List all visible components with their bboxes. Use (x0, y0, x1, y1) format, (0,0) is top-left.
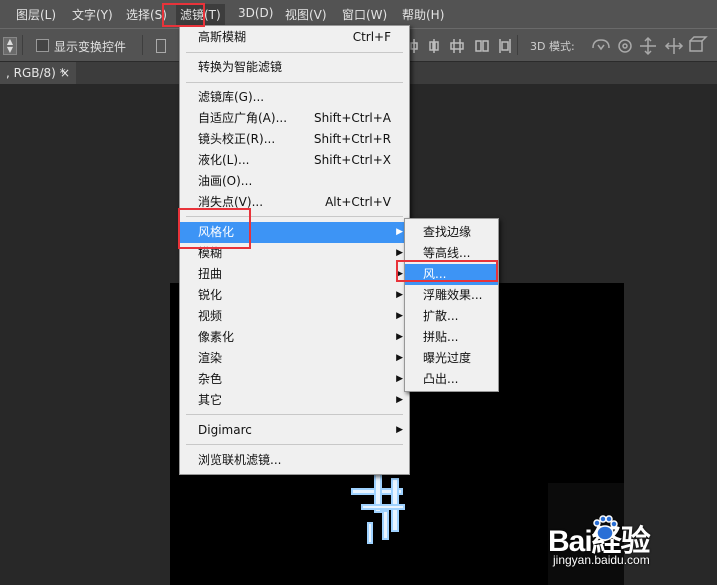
menu-item-pixelate[interactable]: 像素化 ▶ (180, 327, 409, 348)
submenu-item-trace-contour[interactable]: 等高线... (405, 243, 498, 264)
close-icon[interactable]: × (60, 62, 70, 84)
submenu-arrow-icon: ▶ (396, 311, 403, 321)
submenu-arrow-icon: ▶ (396, 332, 403, 342)
menu-item-filter-gallery[interactable]: 滤镜库(G)... (180, 87, 409, 108)
submenu-item-find-edges[interactable]: 查找边缘 (405, 222, 498, 243)
menu-separator (186, 444, 403, 445)
menu-item-video[interactable]: 视频 ▶ (180, 306, 409, 327)
menu-item-browse-filters-online[interactable]: 浏览联机滤镜... (180, 450, 409, 471)
show-transform-checkbox[interactable] (36, 39, 49, 52)
menu-item-digimarc[interactable]: Digimarc ▶ (180, 420, 409, 441)
submenu-arrow-icon: ▶ (396, 290, 403, 300)
menu-item-sharpen[interactable]: 锐化 ▶ (180, 285, 409, 306)
menu-select[interactable]: 选择(S) (126, 6, 167, 23)
submenu-arrow-icon: ▶ (396, 374, 403, 384)
menu-item-lens-correction[interactable]: 镜头校正(R)... Shift+Ctrl+R (180, 129, 409, 150)
menu-separator (186, 52, 403, 53)
submenu-arrow-icon: ▶ (396, 248, 403, 258)
menu-item-vanishing-point[interactable]: 消失点(V)... Alt+Ctrl+V (180, 192, 409, 213)
distribute-icons (410, 39, 511, 53)
menu-item-stylize[interactable]: 风格化 ▶ (180, 222, 409, 243)
menu-item-blur[interactable]: 模糊 ▶ (180, 243, 409, 264)
menu-window[interactable]: 窗口(W) (342, 6, 387, 23)
menu-item-convert-smart-filter[interactable]: 转换为智能滤镜 (180, 57, 409, 78)
menu-type[interactable]: 文字(Y) (72, 6, 113, 23)
submenu-item-tiles[interactable]: 拼贴... (405, 327, 498, 348)
submenu-item-solarize[interactable]: 曝光过度 (405, 348, 498, 369)
stylize-submenu: 查找边缘 等高线... 风... 浮雕效果... 扩散... 拼贴... 曝光过… (404, 218, 499, 392)
submenu-item-diffuse[interactable]: 扩散... (405, 306, 498, 327)
watermark-url: jingyan.baidu.com (553, 553, 650, 567)
menu-item-other[interactable]: 其它 ▶ (180, 390, 409, 411)
separator (517, 35, 518, 55)
document-tab[interactable]: , RGB/8) * × (0, 62, 76, 84)
menu-layer[interactable]: 图层(L) (16, 6, 56, 23)
menu-3d[interactable]: 3D(D) (238, 6, 273, 20)
submenu-arrow-icon: ▶ (396, 227, 403, 237)
3d-mode-label: 3D 模式: (530, 40, 575, 53)
menu-item-gaussian-blur[interactable]: 高斯模糊 Ctrl+F (180, 27, 409, 48)
separator (22, 35, 23, 55)
paw-icon (593, 515, 618, 541)
menu-bar: 图层(L) 文字(Y) 选择(S) 滤镜(T) 3D(D) 视图(V) 窗口(W… (0, 0, 717, 28)
filter-menu: 高斯模糊 Ctrl+F 转换为智能滤镜 滤镜库(G)... 自适应广角(A)..… (179, 25, 410, 475)
menu-item-distort[interactable]: 扭曲 ▶ (180, 264, 409, 285)
submenu-item-emboss[interactable]: 浮雕效果... (405, 285, 498, 306)
menu-view[interactable]: 视图(V) (285, 6, 327, 23)
menu-item-adaptive-wide-angle[interactable]: 自适应广角(A)... Shift+Ctrl+A (180, 108, 409, 129)
submenu-arrow-icon: ▶ (396, 353, 403, 363)
menu-item-oil-paint[interactable]: 油画(O)... (180, 171, 409, 192)
show-transform-label: 显示变换控件 (54, 40, 127, 54)
menu-item-noise[interactable]: 杂色 ▶ (180, 369, 409, 390)
document-title: , RGB/8) * (6, 66, 66, 80)
submenu-arrow-icon: ▶ (396, 269, 403, 279)
menu-separator (186, 82, 403, 83)
submenu-arrow-icon: ▶ (396, 395, 403, 405)
submenu-item-extrude[interactable]: 凸出... (405, 369, 498, 390)
menu-separator (186, 216, 403, 217)
menu-item-liquify[interactable]: 液化(L)... Shift+Ctrl+X (180, 150, 409, 171)
menu-filter[interactable]: 滤镜(T) (176, 4, 225, 25)
submenu-item-wind[interactable]: 风... (405, 264, 498, 285)
menu-help[interactable]: 帮助(H) (402, 6, 444, 23)
submenu-arrow-icon: ▶ (396, 425, 403, 435)
align-left-icon[interactable] (156, 39, 166, 53)
menu-item-render[interactable]: 渲染 ▶ (180, 348, 409, 369)
menu-separator (186, 414, 403, 415)
separator (142, 35, 143, 55)
stepper-icon[interactable]: ▲ ▼ (3, 37, 17, 55)
3d-mode-icons (592, 36, 708, 56)
